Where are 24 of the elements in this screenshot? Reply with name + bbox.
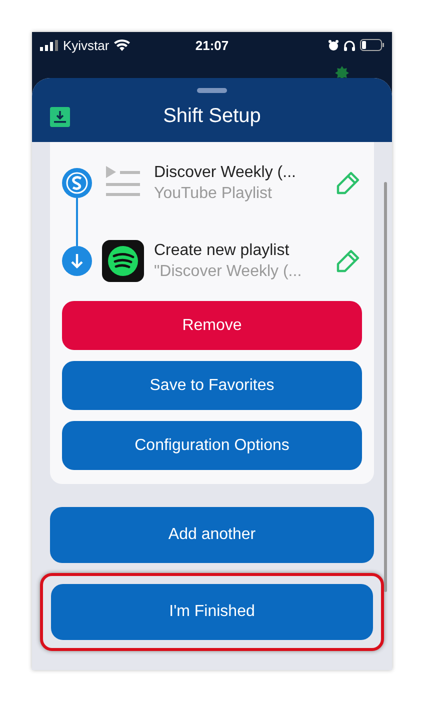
drag-handle[interactable]: [197, 88, 227, 93]
source-playlist-subtitle: YouTube Playlist: [154, 184, 273, 202]
edit-icon[interactable]: [334, 247, 362, 275]
finish-button[interactable]: I'm Finished: [51, 584, 373, 640]
destination-playlist-subtitle: "Discover Weekly (...: [154, 262, 303, 280]
clock-time: 21:07: [195, 38, 229, 52]
music-app-icon: [102, 240, 144, 282]
sheet-title: Shift Setup: [163, 105, 261, 128]
destination-playlist-title: Create new playlist: [154, 242, 290, 260]
add-button[interactable]: Add another: [50, 507, 374, 563]
wifi-icon: [114, 39, 130, 51]
alarm-icon: [328, 40, 339, 50]
connector-line: [76, 198, 78, 246]
download-icon[interactable]: [50, 106, 70, 126]
battery-icon: [360, 39, 384, 51]
carrier-name: Kyivstar: [63, 38, 110, 52]
edit-icon[interactable]: [334, 169, 362, 197]
source-playlist-title: Discover Weekly (...: [154, 164, 297, 182]
action-button[interactable]: Configuration Options: [62, 421, 362, 470]
signal-icon: [40, 40, 58, 50]
headphones-icon: [344, 40, 355, 50]
songshift-logo-icon: [62, 168, 92, 198]
remove-button[interactable]: Remove: [62, 301, 362, 350]
action-button[interactable]: Save to Favorites: [62, 361, 362, 410]
